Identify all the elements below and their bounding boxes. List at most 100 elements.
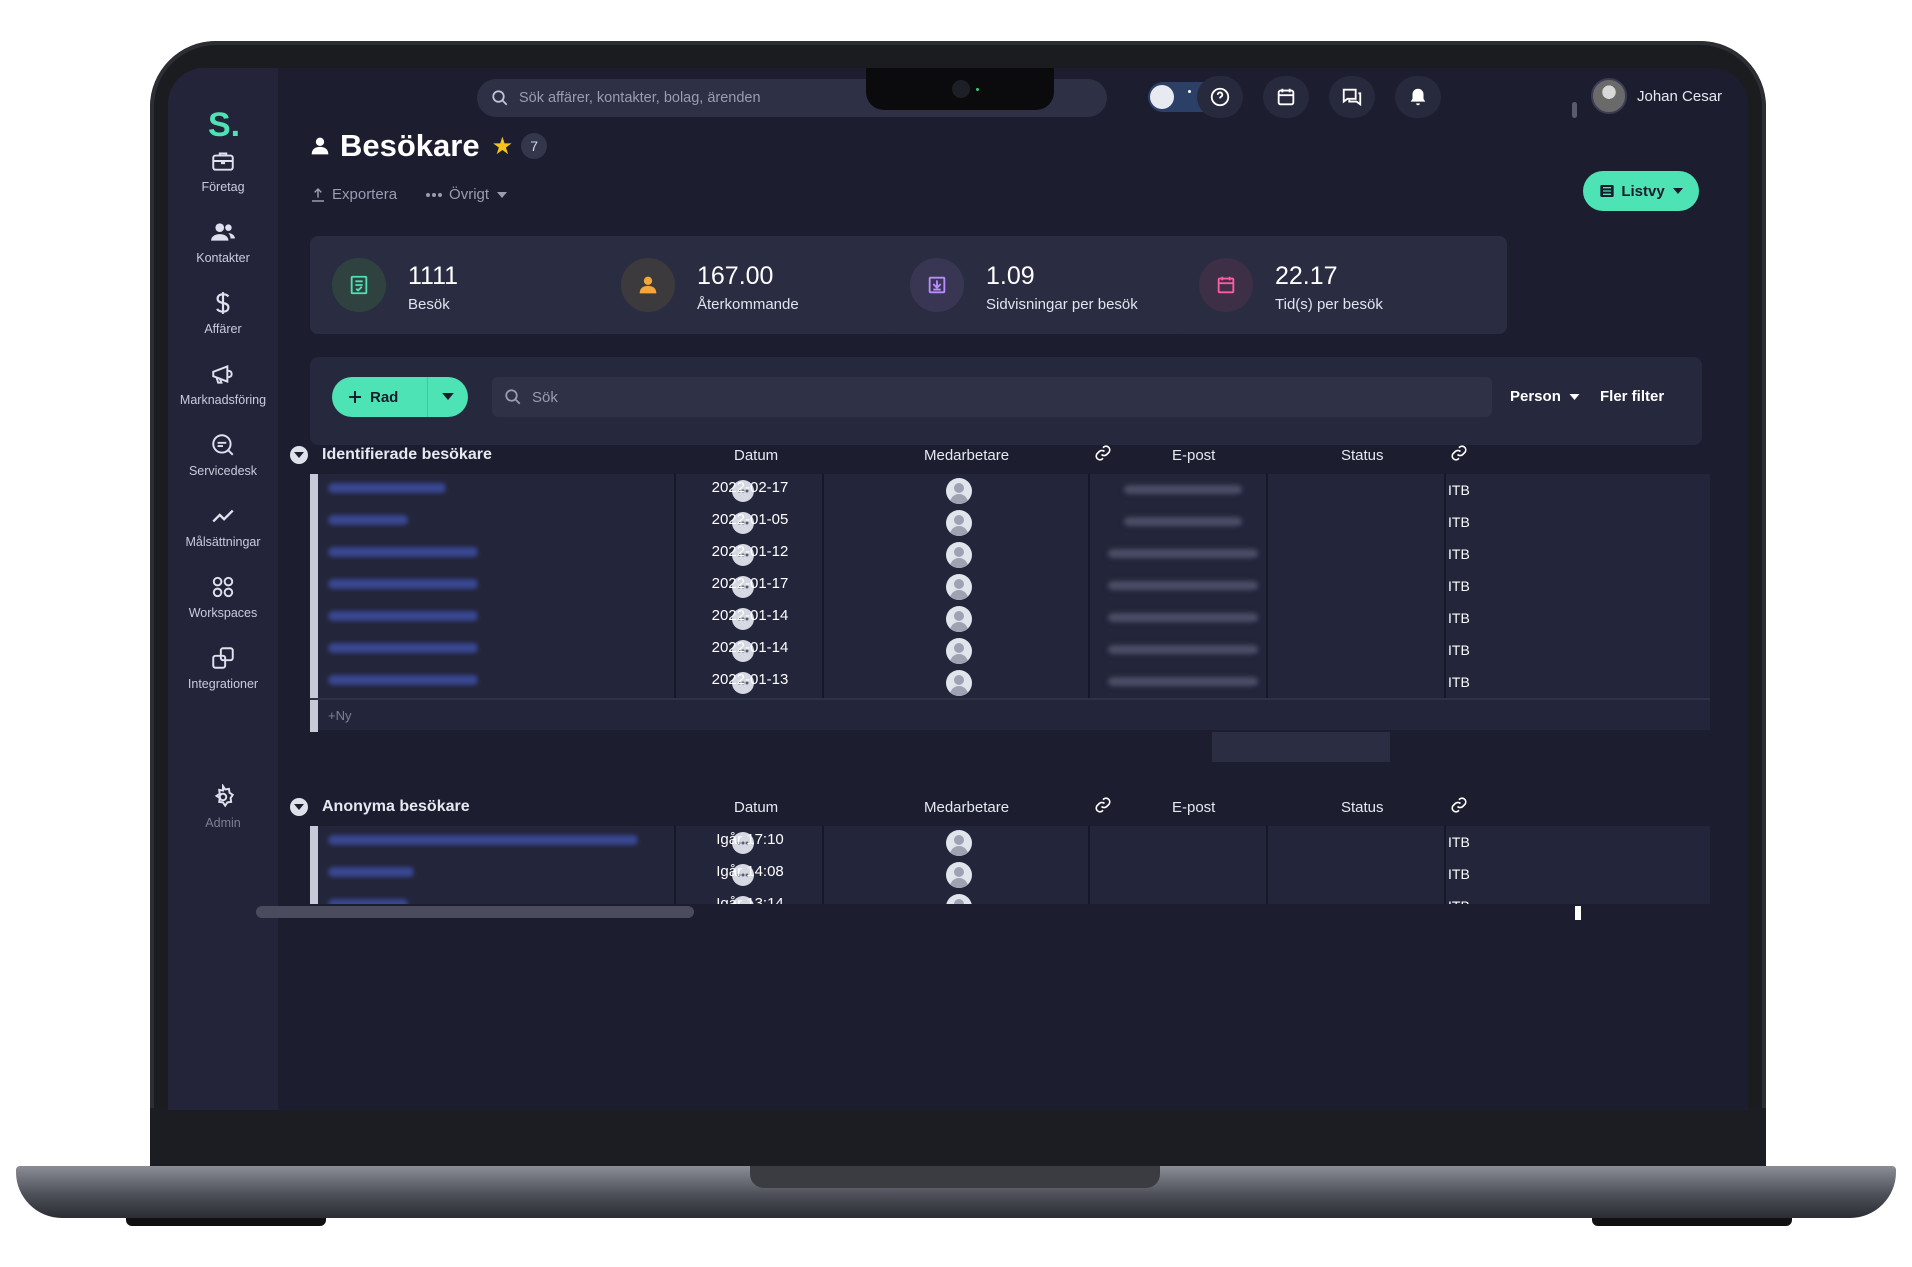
- table-row[interactable]: 2022-01-14 ITB: [310, 602, 1710, 634]
- status-cell[interactable]: [1268, 602, 1446, 634]
- link-icon[interactable]: [1450, 444, 1468, 466]
- camera-led: [976, 88, 979, 91]
- itb-label: ITB: [1448, 674, 1470, 690]
- table-viewport: Identifierade besökare Datum Medarbetare E-…: [278, 68, 1748, 904]
- redacted-email: [1108, 549, 1258, 558]
- redacted-name[interactable]: [328, 643, 478, 653]
- sidebar-item-malsattningar[interactable]: Målsättningar: [168, 503, 278, 549]
- redacted-email: [1108, 613, 1258, 622]
- megaphone-icon: [212, 364, 233, 384]
- status-cell[interactable]: [1268, 666, 1446, 698]
- table-row[interactable]: Igår 13:14 ITB: [310, 890, 1710, 904]
- row-stripe: [310, 826, 318, 858]
- redacted-name[interactable]: [328, 483, 446, 493]
- sidebar-item-servicedesk[interactable]: Servicedesk: [168, 432, 278, 478]
- visit-date: 2022-01-14: [711, 639, 789, 656]
- group-title: Anonyma besökare: [322, 798, 470, 815]
- employee-avatar[interactable]: [946, 510, 972, 536]
- column-header-date[interactable]: Datum: [734, 799, 778, 816]
- sidebar-item-workspaces[interactable]: Workspaces: [168, 574, 278, 620]
- redacted-name[interactable]: [328, 867, 414, 877]
- email-cell[interactable]: [1090, 890, 1268, 904]
- column-header-date[interactable]: Datum: [734, 447, 778, 464]
- status-cell[interactable]: [1268, 474, 1446, 506]
- summary-cell: [1212, 732, 1390, 762]
- status-cell[interactable]: [1268, 538, 1446, 570]
- redacted-name[interactable]: [328, 515, 408, 525]
- integrations-icon: [212, 647, 234, 669]
- link-icon[interactable]: [1094, 444, 1112, 466]
- collapse-chevron-icon[interactable]: [290, 798, 308, 816]
- employee-avatar[interactable]: [946, 574, 972, 600]
- employee-avatar[interactable]: [946, 670, 972, 696]
- table-row[interactable]: 2022-01-17 ITB: [310, 570, 1710, 602]
- extra-cell: [1446, 602, 1710, 634]
- redacted-email: [1108, 677, 1258, 686]
- itb-label: ITB: [1448, 546, 1470, 562]
- status-cell[interactable]: [1268, 858, 1446, 890]
- redacted-name[interactable]: [328, 579, 478, 589]
- status-cell[interactable]: [1268, 570, 1446, 602]
- redacted-name[interactable]: [328, 835, 638, 845]
- visit-date: Igår 17:10: [716, 831, 784, 848]
- app-logo[interactable]: S.: [208, 106, 240, 145]
- table-row[interactable]: 2022-01-14 ITB: [310, 634, 1710, 666]
- group-header-identified: Identifierade besökare Datum Medarbetare E-…: [290, 436, 1720, 476]
- gear-icon: [214, 784, 235, 808]
- link-icon[interactable]: [1450, 796, 1468, 818]
- column-header-email[interactable]: E-post: [1172, 447, 1215, 464]
- redacted-name[interactable]: [328, 547, 478, 557]
- employee-avatar[interactable]: [946, 606, 972, 632]
- employee-avatar[interactable]: [946, 542, 972, 568]
- email-cell[interactable]: [1090, 826, 1268, 858]
- table-row[interactable]: 2022-02-17 ITB: [310, 474, 1710, 506]
- camera: [952, 80, 970, 98]
- employee-avatar[interactable]: [946, 862, 972, 888]
- table-row[interactable]: 2022-01-05 ITB: [310, 506, 1710, 538]
- extra-cell: [1446, 826, 1710, 858]
- column-header-employee[interactable]: Medarbetare: [924, 447, 1009, 464]
- column-header-email[interactable]: E-post: [1172, 799, 1215, 816]
- sidebar-item-kontakter[interactable]: Kontakter: [168, 219, 278, 265]
- itb-label: ITB: [1448, 898, 1470, 904]
- column-header-status[interactable]: Status: [1341, 799, 1384, 816]
- employee-avatar[interactable]: [946, 478, 972, 504]
- column-header-status[interactable]: Status: [1341, 447, 1384, 464]
- add-new-row[interactable]: +Ny: [310, 698, 1710, 732]
- status-cell[interactable]: [1268, 634, 1446, 666]
- sidebar: S. Företag Kontakter Affärer Marknadsför…: [168, 68, 278, 1110]
- table-row[interactable]: Igår 14:08 ITB: [310, 858, 1710, 890]
- briefcase-icon: [212, 152, 234, 171]
- status-cell[interactable]: [1268, 506, 1446, 538]
- sidebar-item-affarer[interactable]: Affärer: [168, 290, 278, 336]
- table-row[interactable]: 2022-01-12 ITB: [310, 538, 1710, 570]
- sidebar-item-admin[interactable]: Admin: [168, 784, 278, 830]
- new-row-label: +Ny: [328, 708, 352, 723]
- row-stripe: [310, 538, 318, 570]
- sidebar-item-integrationer[interactable]: Integrationer: [168, 645, 278, 691]
- status-cell[interactable]: [1268, 890, 1446, 904]
- table-row[interactable]: Igår 17:10 ITB: [310, 826, 1710, 858]
- laptop-opening-notch: [750, 1166, 1160, 1188]
- sidebar-item-foretag[interactable]: Företag: [168, 148, 278, 194]
- sidebar-item-label: Kontakter: [196, 251, 250, 265]
- extra-cell: [1446, 634, 1710, 666]
- column-header-employee[interactable]: Medarbetare: [924, 799, 1009, 816]
- link-icon[interactable]: [1094, 796, 1112, 818]
- visit-date: Igår 14:08: [716, 863, 784, 880]
- employee-avatar[interactable]: [946, 830, 972, 856]
- redacted-name[interactable]: [328, 899, 408, 904]
- trend-icon: [212, 509, 234, 523]
- table-row[interactable]: 2022-01-13 ITB: [310, 666, 1710, 698]
- employee-avatar[interactable]: [946, 638, 972, 664]
- collapse-chevron-icon[interactable]: [290, 446, 308, 464]
- status-cell[interactable]: [1268, 826, 1446, 858]
- visit-date: 2022-01-12: [711, 543, 789, 560]
- sidebar-item-marknadsforing[interactable]: Marknadsföring: [168, 361, 278, 407]
- redacted-name[interactable]: [328, 675, 478, 685]
- row-stripe: [310, 474, 318, 506]
- grid-circles-icon: [212, 576, 234, 598]
- email-cell[interactable]: [1090, 858, 1268, 890]
- redacted-name[interactable]: [328, 611, 478, 621]
- horizontal-scrollbar[interactable]: [256, 906, 694, 918]
